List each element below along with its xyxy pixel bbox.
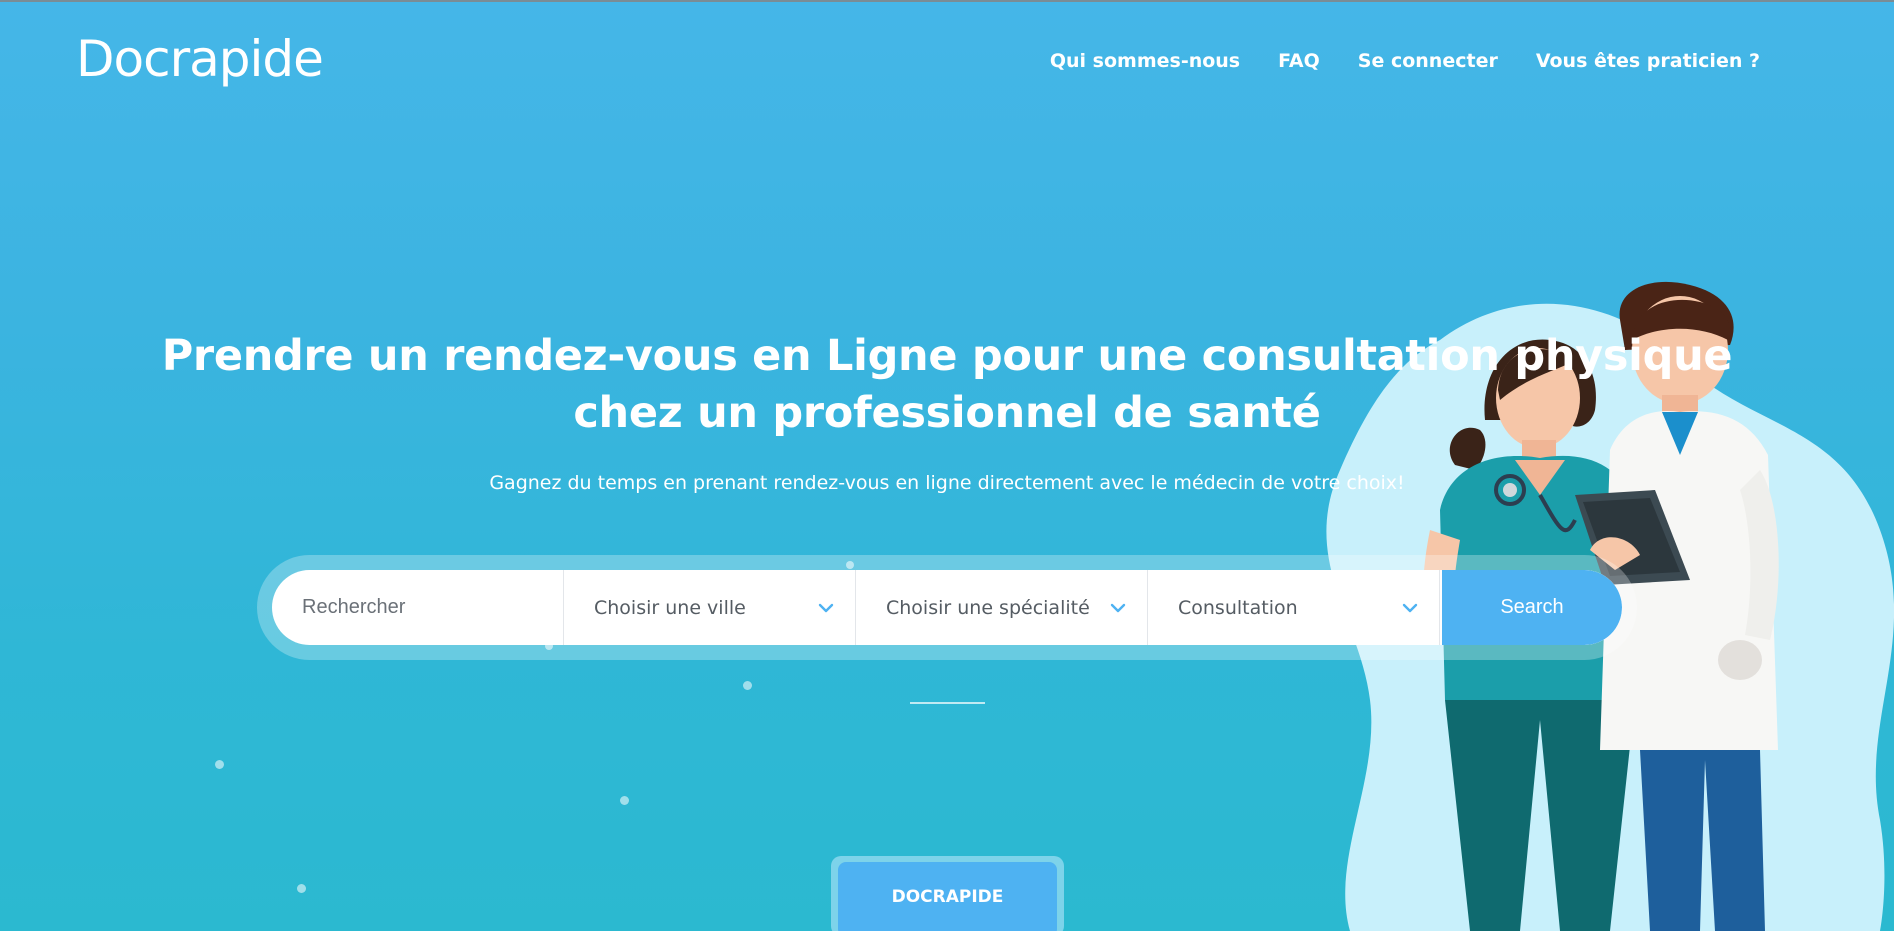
chevron-down-icon: [1402, 603, 1418, 613]
search-bar: Choisir une ville Choisir une spécialité…: [272, 570, 1622, 645]
docrapide-tab-button[interactable]: DOCRAPIDE: [838, 862, 1057, 931]
city-select[interactable]: Choisir une ville: [564, 570, 856, 645]
nav-item-about[interactable]: Qui sommes-nous: [1050, 50, 1240, 72]
nav-item-practitioner[interactable]: Vous êtes praticien ?: [1536, 50, 1760, 72]
chevron-down-icon: [1110, 603, 1126, 613]
decor-dot: [743, 681, 752, 690]
brand-logo[interactable]: Docrapide: [76, 30, 324, 88]
search-button[interactable]: Search: [1442, 570, 1622, 645]
hero-title: Prendre un rendez-vous en Ligne pour une…: [161, 331, 1733, 438]
specialty-select-value: Choisir une spécialité: [886, 596, 1090, 619]
section-divider: [910, 702, 985, 704]
decor-dot: [297, 884, 306, 893]
search-input[interactable]: [302, 596, 542, 619]
nav-item-faq[interactable]: FAQ: [1278, 50, 1320, 72]
main-nav: Qui sommes-nous FAQ Se connecter Vous êt…: [1050, 50, 1760, 72]
consultation-type-select[interactable]: Consultation: [1148, 570, 1440, 645]
top-border: [0, 0, 1894, 2]
chevron-down-icon: [818, 603, 834, 613]
hero-subtitle: Gagnez du temps en prenant rendez-vous e…: [489, 472, 1405, 494]
decor-dot: [215, 760, 224, 769]
consultation-type-value: Consultation: [1178, 596, 1298, 619]
hero-section: Docrapide Qui sommes-nous FAQ Se connect…: [0, 0, 1894, 931]
search-field: [272, 570, 564, 645]
specialty-select[interactable]: Choisir une spécialité: [856, 570, 1148, 645]
nav-item-login[interactable]: Se connecter: [1358, 50, 1498, 72]
city-select-value: Choisir une ville: [594, 596, 746, 619]
decor-dot: [620, 796, 629, 805]
